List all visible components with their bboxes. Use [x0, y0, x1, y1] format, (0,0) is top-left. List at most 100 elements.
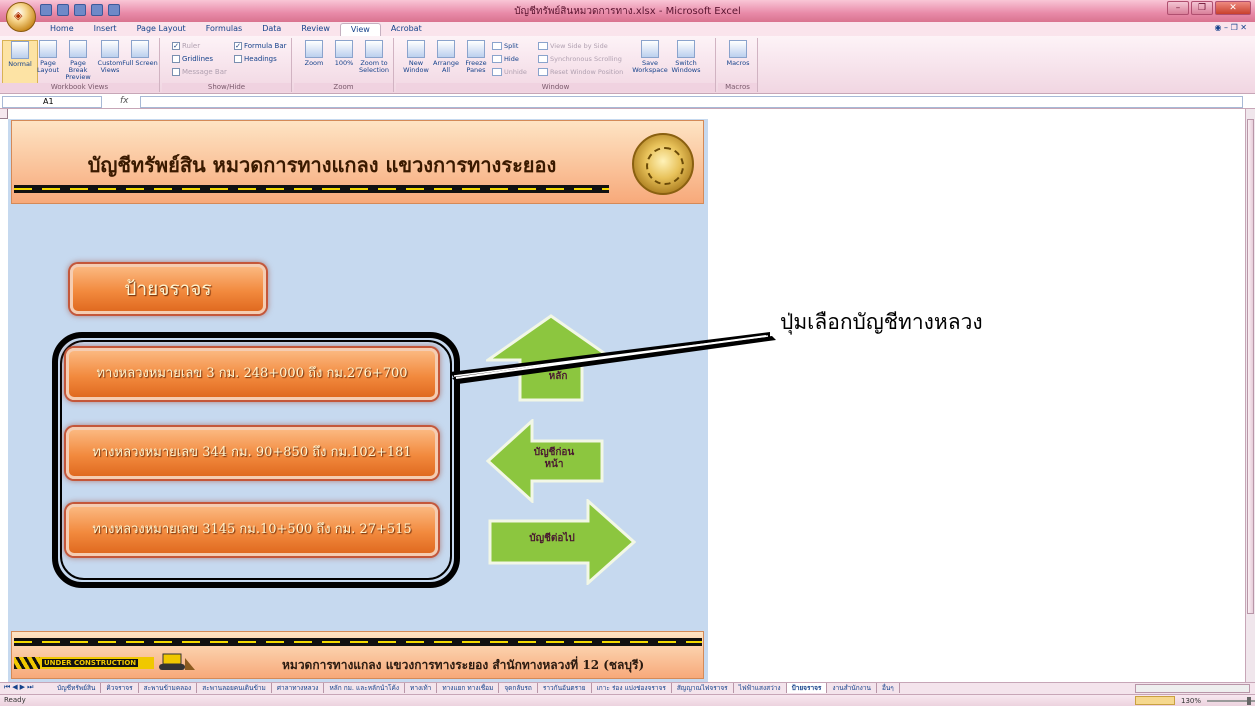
sheet-tab[interactable]: เกาะ ร่อง แบ่งช่องจราจร [592, 683, 672, 693]
sheet-tab[interactable]: ป้ายจราจร [786, 683, 828, 693]
scroll-thumb[interactable] [1247, 119, 1254, 614]
sheet-tab[interactable]: สะพานลอยคนเดินข้าม [197, 683, 272, 693]
sheet-nav-buttons[interactable]: ⏮◀▶⏭ [4, 683, 35, 692]
gridlines-checkbox[interactable]: Gridlines [172, 55, 213, 63]
group-label: Workbook Views [0, 83, 159, 92]
close-button[interactable]: ✕ [1215, 1, 1251, 15]
view-side-by-side-button[interactable]: View Side by Side [538, 42, 608, 50]
sheet-tab[interactable]: จุดกลับรถ [499, 683, 538, 693]
group-label: Show/Hide [162, 83, 291, 92]
highway-344-button[interactable]: ทางหลวงหมายเลข 344 กม. 90+850 ถึง กม.102… [66, 427, 438, 479]
sheet-tab[interactable]: ทางเท้า [405, 683, 438, 693]
tab-home[interactable]: Home [40, 23, 84, 36]
ruler-checkbox[interactable]: ✓ Ruler [172, 42, 200, 50]
traffic-sign-button[interactable]: ป้ายจราจร [70, 264, 266, 314]
formula-input[interactable] [140, 96, 1243, 108]
name-box[interactable]: A1 [2, 96, 102, 108]
formula-bar-checkbox[interactable]: ✓ Formula Bar [234, 42, 287, 50]
full-screen-button[interactable]: Full Screen [122, 40, 158, 67]
sheet-tab[interactable]: คิวจราจร [101, 683, 139, 693]
sheet-tab[interactable]: ทางแยก ทางเชื่อม [437, 683, 500, 693]
tab-formulas[interactable]: Formulas [196, 23, 253, 36]
highway-3145-button[interactable]: ทางหลวงหมายเลข 3145 กม.10+500 ถึง กม. 27… [66, 504, 438, 556]
full-screen-icon [131, 40, 149, 58]
department-seal-icon [632, 133, 694, 195]
group-workbook-views: Normal Page Layout Page Break Preview Cu… [0, 38, 160, 92]
sheet-tab[interactable]: บัญชีทรัพย์สิน [52, 683, 102, 693]
sheet-tab[interactable]: สัญญาณไฟจราจร [672, 683, 734, 693]
zoom-level: 130% [1181, 696, 1202, 705]
freeze-panes-button[interactable]: Freeze Panes [458, 40, 494, 74]
unhide-icon [492, 68, 502, 76]
tab-acrobat[interactable]: Acrobat [381, 23, 432, 36]
ribbon-tabs: Home Insert Page Layout Formulas Data Review V… [0, 22, 1255, 36]
tab-page-layout[interactable]: Page Layout [127, 23, 196, 36]
road-stripe [14, 185, 609, 193]
ribbon: Normal Page Layout Page Break Preview Cu… [0, 36, 1255, 94]
footer-text: หมวดการทางแกลง แขวงการทางระยอง สำนักทางห… [282, 658, 645, 672]
highway-3-button[interactable]: ทางหลวงหมายเลข 3 กม. 248+000 ถึง กม.276+… [66, 348, 438, 400]
minimize-button[interactable]: – [1167, 1, 1189, 15]
previous-arrow-label: บัญชีก่อน หน้า [533, 447, 575, 470]
sheet-tab[interactable]: หลัก กม. และหลักนำโค้ง [324, 683, 406, 693]
tab-review[interactable]: Review [291, 23, 340, 36]
help-and-controls[interactable]: ◉ – ❐ ✕ [1215, 23, 1247, 32]
header-banner: บัญชีทรัพย์สิน หมวดการทางแกลง แขวงการทาง… [11, 120, 704, 204]
window-title: บัญชีทรัพย์สินหมวดการทาง.xlsx - Microsof… [514, 6, 741, 17]
sheet-tab[interactable]: สะพานข้ามคลอง [139, 683, 198, 693]
synchronous-scrolling-button[interactable]: Synchronous Scrolling [538, 55, 622, 63]
office-logo-icon: ◈ [14, 9, 23, 22]
zoom-selection-icon [365, 40, 383, 58]
callout-pointer [450, 332, 776, 384]
message-bar-checkbox[interactable]: Message Bar [172, 68, 227, 76]
bulldozer-icon [159, 653, 195, 670]
new-window-icon [407, 40, 425, 58]
reset-window-position-button[interactable]: Reset Window Position [538, 68, 623, 76]
sheet-tab[interactable]: ราวกันอันตราย [538, 683, 592, 693]
vertical-scrollbar[interactable] [1245, 109, 1255, 682]
select-all-corner[interactable] [0, 109, 8, 119]
unhide-button[interactable]: Unhide [492, 68, 527, 76]
insert-function-icon[interactable]: fx [120, 96, 129, 106]
headings-checkbox[interactable]: Headings [234, 55, 277, 63]
worksheet-grid[interactable]: บัญชีทรัพย์สิน หมวดการทางแกลง แขวงการทาง… [0, 109, 1245, 682]
hide-button[interactable]: Hide [492, 55, 519, 63]
group-zoom: Zoom 100% Zoom to Selection Zoom [294, 38, 394, 92]
page-break-preview-button[interactable]: Page Break Preview [60, 40, 96, 81]
switch-windows-icon [677, 40, 695, 58]
side-by-side-icon [538, 42, 548, 50]
hide-icon [492, 55, 502, 63]
view-shortcuts[interactable] [1135, 696, 1175, 705]
horizontal-scrollbar[interactable] [1135, 684, 1250, 693]
footer-banner: UNDER CONSTRUCTION หมวดการทางแกลง แขวงกา… [11, 631, 704, 679]
group-window: New Window Arrange All Freeze Panes Spli… [396, 38, 716, 92]
sheet-tab[interactable]: อื่นๆ [877, 683, 900, 693]
header-title: บัญชีทรัพย์สิน หมวดการทางแกลง แขวงการทาง… [87, 153, 557, 177]
macros-button[interactable]: Macros [720, 40, 756, 67]
next-arrow-label: บัญชีต่อไป [529, 533, 575, 544]
switch-windows-button[interactable]: Switch Windows [668, 40, 704, 74]
zoom-slider[interactable] [1207, 696, 1255, 705]
sheet-tab[interactable]: งานสำนักงาน [827, 683, 877, 693]
normal-view-icon [11, 41, 29, 59]
sheet-tab[interactable]: ศาลาทางหลวง [272, 683, 325, 693]
office-button[interactable]: ◈ [6, 2, 36, 32]
tab-insert[interactable]: Insert [84, 23, 127, 36]
zoom-to-selection-button[interactable]: Zoom to Selection [356, 40, 392, 74]
tab-view[interactable]: View [339, 23, 381, 36]
callout-label: ปุ่มเลือกบัญชีทางหลวง [780, 310, 983, 334]
formula-bar: A1 fx [0, 95, 1255, 109]
tab-data[interactable]: Data [252, 23, 291, 36]
split-button[interactable]: Split [492, 42, 518, 50]
freeze-panes-icon [467, 40, 485, 58]
save-workspace-button[interactable]: Save Workspace [632, 40, 668, 74]
excel-window: ◈ บัญชีทรัพย์สินหมวดการทาง.xlsx - Micros… [0, 0, 1255, 706]
status-ready: Ready [4, 696, 26, 704]
group-macros: Macros Macros [718, 38, 758, 92]
split-icon [492, 42, 502, 50]
group-label: Zoom [294, 83, 393, 92]
maximize-button[interactable]: ❐ [1191, 1, 1213, 15]
group-show-hide: ✓ Ruler Gridlines Message Bar ✓ Formula Ba… [162, 38, 292, 92]
sheet-tab[interactable]: ไฟฟ้าแสงสว่าง [734, 683, 787, 693]
arrange-all-icon [437, 40, 455, 58]
